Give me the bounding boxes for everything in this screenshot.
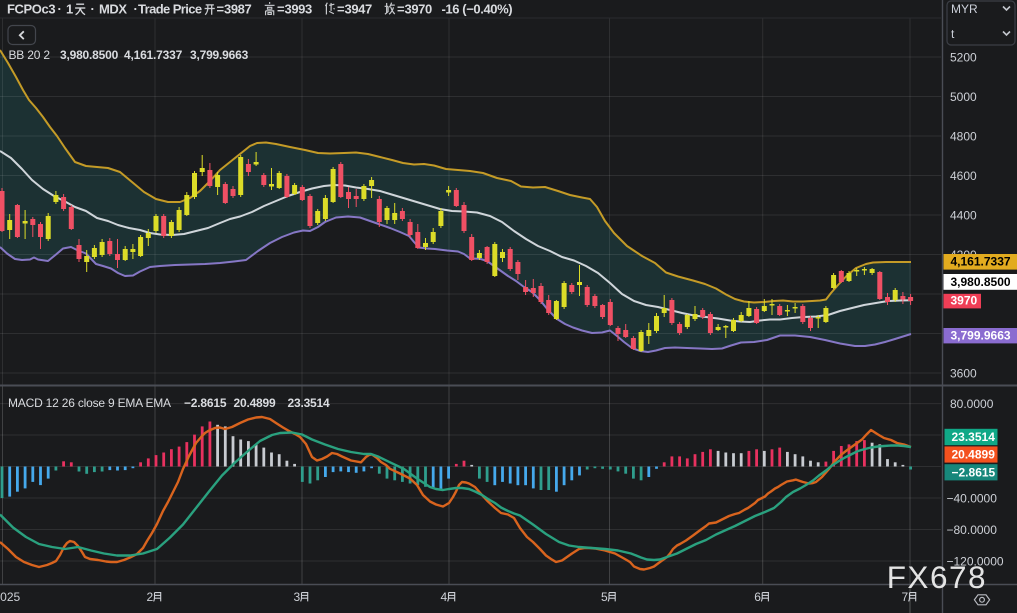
svg-text:1: 1	[66, 2, 73, 17]
svg-text:23.3514: 23.3514	[288, 396, 331, 410]
svg-text:3,799.9663: 3,799.9663	[190, 48, 249, 62]
svg-text:5200: 5200	[950, 51, 977, 65]
svg-text:20.4899: 20.4899	[952, 448, 996, 462]
svg-text:4,161.7337: 4,161.7337	[124, 48, 183, 62]
svg-text:·: ·	[58, 2, 62, 17]
svg-text:2025: 2025	[0, 590, 21, 604]
svg-text:4600: 4600	[950, 169, 977, 183]
svg-text:4800: 4800	[950, 130, 977, 144]
svg-text:23.3514: 23.3514	[952, 430, 996, 444]
svg-text:3993: 3993	[285, 2, 312, 17]
svg-text:5: 5	[601, 590, 608, 604]
svg-text:−2.8615: −2.8615	[952, 465, 996, 479]
svg-text:7: 7	[902, 590, 909, 604]
svg-text:·: ·	[134, 2, 138, 17]
svg-text:4400: 4400	[950, 209, 977, 223]
svg-text:3600: 3600	[950, 367, 977, 381]
svg-text:MACD 12 26 close 9 EMA EMA: MACD 12 26 close 9 EMA EMA	[8, 396, 171, 410]
svg-text:20.4899: 20.4899	[234, 396, 277, 410]
svg-text:MDX: MDX	[99, 2, 127, 17]
svg-text:3987: 3987	[224, 2, 251, 17]
svg-text:4,161.7337: 4,161.7337	[951, 255, 1011, 269]
svg-text:3,980.8500: 3,980.8500	[60, 48, 119, 62]
svg-text:3,980.8500: 3,980.8500	[951, 275, 1011, 289]
svg-text:−2.8615: −2.8615	[184, 396, 227, 410]
svg-text:−80.0000: −80.0000	[947, 523, 998, 537]
svg-text:Trade Price: Trade Price	[138, 2, 202, 17]
svg-text:3: 3	[294, 590, 301, 604]
svg-text:80.0000: 80.0000	[950, 397, 994, 411]
svg-text:−120.0000: −120.0000	[947, 555, 1004, 569]
svg-text:BB 20 2: BB 20 2	[9, 48, 51, 62]
svg-text:3,799.9663: 3,799.9663	[951, 328, 1011, 342]
svg-text:3947: 3947	[345, 2, 372, 17]
svg-text:2: 2	[147, 590, 154, 604]
svg-text:−40.0000: −40.0000	[947, 492, 998, 506]
svg-text:5000: 5000	[950, 90, 977, 104]
svg-text:4: 4	[441, 590, 448, 604]
svg-text:6: 6	[754, 590, 761, 604]
svg-text:MYR: MYR	[951, 2, 978, 16]
svg-text:·: ·	[91, 2, 95, 17]
svg-text:3970: 3970	[951, 293, 978, 307]
svg-text:-16 (−0.40%): -16 (−0.40%)	[442, 2, 513, 17]
svg-text:FCPOc3: FCPOc3	[7, 2, 55, 17]
svg-text:3970: 3970	[405, 2, 432, 17]
